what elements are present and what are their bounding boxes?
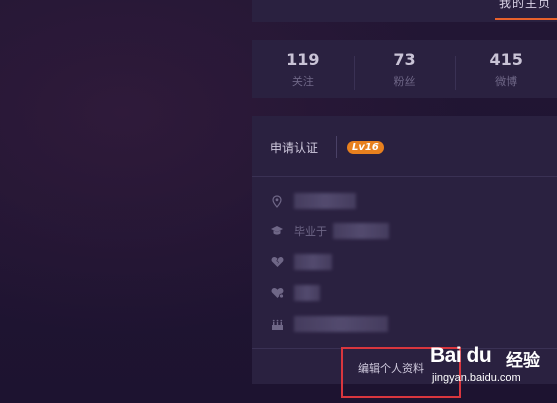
following-label: 关注: [291, 74, 314, 88]
tab-my-homepage[interactable]: 我的主页: [499, 0, 551, 11]
profile-page: 我的主页 119 关注 73 粉丝 415 微博 申请认证 Lv16 毕业于 编…: [0, 0, 557, 403]
verify-row: 申请认证 Lv16: [270, 136, 384, 158]
level-badge[interactable]: Lv16: [347, 140, 384, 154]
redacted-school: [333, 223, 389, 239]
posts-count: 415: [489, 49, 523, 69]
active-tab-indicator: [495, 18, 557, 20]
redacted-orientation: [294, 285, 320, 301]
location-pin-icon: [270, 194, 284, 208]
redacted-relationship: [294, 254, 332, 270]
top-nav-panel: 我的主页: [252, 0, 557, 22]
education-prefix: 毕业于: [294, 225, 327, 238]
apply-verification-link[interactable]: 申请认证: [270, 139, 318, 156]
jingyan-brand: 经验: [506, 351, 540, 371]
posts-label: 微博: [495, 74, 518, 88]
stat-followers[interactable]: 73 粉丝: [353, 49, 456, 90]
divider: [252, 176, 557, 177]
info-row-orientation: [270, 283, 320, 303]
info-row-education: 毕业于: [270, 221, 389, 241]
heart-icon: [270, 286, 284, 300]
divider: [336, 136, 338, 158]
redacted-location: [294, 193, 356, 209]
stat-posts[interactable]: 415 微博: [455, 49, 557, 90]
followers-count: 73: [393, 49, 416, 69]
following-count: 119: [286, 49, 320, 69]
redacted-birthday: [294, 316, 388, 332]
baidu-logo: Bai du: [430, 344, 492, 367]
followers-label: 粉丝: [393, 74, 416, 88]
info-row-relationship: [270, 252, 332, 272]
stat-following[interactable]: 119 关注: [252, 50, 354, 89]
info-row-birthday: [270, 314, 388, 334]
birthday-cake-icon: [270, 317, 284, 331]
stats-card: 119 关注 73 粉丝 415 微博: [252, 40, 557, 98]
watermark-url: jingyan.baidu.com: [432, 372, 521, 384]
broken-heart-icon: [270, 255, 284, 269]
graduation-cap-icon: [270, 224, 284, 238]
baidu-jingyan-watermark: Bai du 经验 jingyan.baidu.com: [430, 342, 550, 390]
info-row-location: [270, 191, 356, 211]
